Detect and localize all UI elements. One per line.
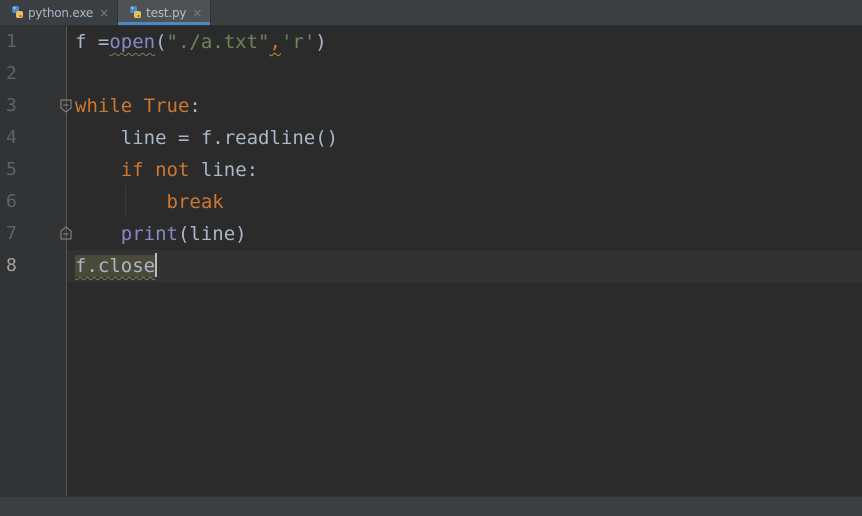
- close-icon[interactable]: ×: [192, 6, 202, 20]
- text-caret: [155, 253, 158, 277]
- tab-python-exe[interactable]: python.exe ×: [0, 0, 119, 25]
- tab-label: python.exe: [28, 5, 94, 20]
- line-number: 3: [6, 95, 17, 116]
- line-number: 2: [6, 63, 17, 84]
- python-icon: [12, 6, 23, 18]
- code-token: True: [143, 95, 190, 117]
- code-token: line = f.readline(): [75, 127, 339, 149]
- code-token: break: [166, 191, 224, 213]
- python-file-icon: [130, 6, 142, 18]
- editor-tab-bar: python.exe × test.py ×: [0, 0, 862, 26]
- line-number: 4: [6, 127, 17, 148]
- code-line-6[interactable]: break: [75, 186, 224, 218]
- code-line-7[interactable]: print(line): [75, 218, 247, 250]
- status-bar: [0, 496, 862, 516]
- code-token: ,: [269, 31, 281, 53]
- code-editor[interactable]: 1 2 3 4 5 6 7 8 f =open("./a.txt",'r') w…: [0, 26, 862, 496]
- fold-start-icon[interactable]: [60, 99, 72, 113]
- close-icon[interactable]: ×: [99, 6, 109, 20]
- code-token: (: [155, 31, 167, 53]
- fold-end-icon[interactable]: [60, 226, 72, 240]
- code-token: :: [189, 95, 201, 117]
- code-token: f.close: [75, 255, 156, 277]
- line-number: 5: [6, 159, 17, 180]
- code-token: not: [155, 159, 190, 181]
- line-number-current: 8: [6, 255, 17, 276]
- tab-test-py[interactable]: test.py ×: [118, 0, 212, 25]
- code-line-1[interactable]: f =open("./a.txt",'r'): [75, 26, 327, 58]
- line-number: 1: [6, 31, 17, 52]
- line-number: 6: [6, 191, 17, 212]
- current-line-highlight: [67, 250, 862, 282]
- code-token: while: [75, 95, 133, 117]
- code-token: "./a.txt": [166, 31, 270, 53]
- line-number: 7: [6, 223, 17, 244]
- code-line-4[interactable]: line = f.readline(): [75, 122, 338, 154]
- code-line-5[interactable]: if not line:: [75, 154, 258, 186]
- ide-window: python.exe × test.py × 1 2 3 4 5 6 7 8 f…: [0, 0, 862, 516]
- code-token: f =: [75, 31, 110, 53]
- code-token: open: [109, 31, 156, 53]
- code-token: 'r': [280, 31, 316, 53]
- code-line-8[interactable]: f.close: [75, 250, 158, 282]
- code-token: print: [120, 223, 178, 245]
- line-number-gutter[interactable]: 1 2 3 4 5 6 7 8: [0, 26, 72, 496]
- tab-label: test.py: [146, 5, 187, 20]
- code-line-3[interactable]: while True:: [75, 90, 201, 122]
- code-token: (line): [177, 223, 247, 245]
- code-token: if: [120, 159, 144, 181]
- code-token: line:: [189, 159, 259, 181]
- code-token: ): [315, 31, 327, 53]
